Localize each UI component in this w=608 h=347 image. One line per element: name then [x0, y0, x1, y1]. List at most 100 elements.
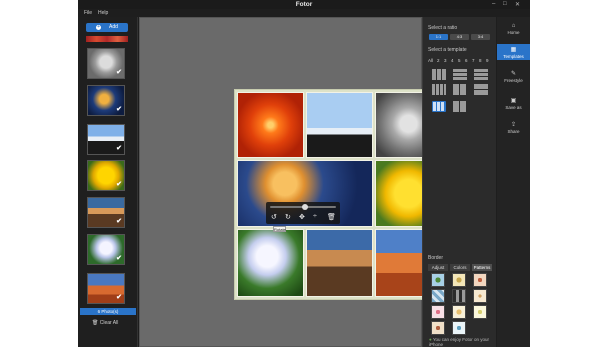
flip-icon[interactable]: ÷ — [313, 213, 317, 220]
trash-icon: 🗑 — [92, 320, 99, 326]
main-nav: ⌂ Home ▦ Templates ✎ Freestyle ▣ Save as… — [497, 17, 530, 347]
border-heading: Border — [428, 255, 444, 261]
template-option[interactable] — [453, 84, 467, 95]
check-icon: ✔ — [116, 218, 122, 225]
nav-freestyle-label: Freestyle — [504, 78, 523, 83]
move-icon[interactable]: ✥ — [299, 213, 305, 221]
options-panel: Select a ratio 1:1 4:3 3:4 Select a temp… — [422, 17, 496, 347]
border-pattern[interactable] — [473, 273, 487, 287]
menu-bar: File Help — [78, 9, 530, 17]
collage-cell-penguins[interactable] — [306, 92, 373, 158]
template-filter-6[interactable]: 6 — [465, 58, 468, 63]
photo-count: 6 Photo(s) — [80, 308, 136, 315]
zoom-slider-handle[interactable] — [302, 204, 308, 210]
template-option[interactable] — [453, 101, 467, 112]
thumbnail-koala[interactable]: ✔ — [87, 48, 125, 79]
freestyle-icon: ✎ — [510, 71, 517, 77]
thumbnail-tulips[interactable]: ✔ — [87, 160, 125, 191]
tab-colors[interactable]: Colors — [450, 264, 470, 271]
save-icon: ▣ — [510, 98, 517, 104]
collage-cell-chrysanthemum[interactable] — [237, 92, 304, 158]
photo-edit-toolbar: ↺ ↻ ✥ ÷ 🗑 — [266, 202, 340, 224]
app-title: Fotor — [295, 1, 313, 8]
plus-icon: + — [96, 24, 102, 30]
template-filter-5[interactable]: 5 — [458, 58, 461, 63]
share-icon: ⇪ — [510, 122, 517, 128]
check-icon: ✔ — [116, 181, 122, 188]
check-icon: ✔ — [116, 145, 122, 152]
border-pattern[interactable] — [473, 305, 487, 319]
template-filter-2[interactable]: 2 — [437, 58, 440, 63]
template-option[interactable] — [474, 69, 488, 80]
rotate-tooltip: Rotate — [273, 226, 286, 232]
collage-canvas: ↺ ↻ ✥ ÷ 🗑 Rotate — [139, 17, 445, 347]
template-option[interactable] — [432, 69, 446, 80]
collage-cell-hydrangeas[interactable] — [237, 229, 304, 297]
app-window: Fotor – □ ✕ File Help + Add ✔ ✔ ✔ ✔ ✔ ✔ ✔… — [78, 0, 530, 347]
title-bar: Fotor – □ ✕ — [78, 0, 530, 9]
tab-patterns[interactable]: Patterns — [472, 264, 492, 271]
rotate-left-icon[interactable]: ↺ — [271, 213, 277, 221]
nav-share-label: Share — [507, 129, 520, 134]
menu-file[interactable]: File — [84, 10, 92, 16]
border-pattern[interactable] — [431, 321, 445, 335]
thumbnail-desert[interactable]: ✔ — [87, 273, 125, 304]
template-filter-3[interactable]: 3 — [444, 58, 447, 63]
template-option[interactable] — [474, 84, 488, 95]
nav-home-label: Home — [507, 30, 520, 35]
nav-home[interactable]: ⌂ Home — [497, 23, 530, 37]
template-heading: Select a template — [428, 47, 467, 53]
photo-strip-preview[interactable] — [86, 36, 128, 42]
thumbnail-lighthouse[interactable]: ✔ — [87, 197, 125, 228]
border-pattern[interactable] — [452, 289, 466, 303]
clear-label: Clear All — [99, 320, 119, 326]
border-pattern[interactable] — [452, 321, 466, 335]
template-preview — [433, 102, 445, 111]
nav-templates-label: Templates — [503, 54, 524, 59]
template-filter-7[interactable]: 7 — [472, 58, 475, 63]
minimize-icon[interactable]: – — [492, 1, 495, 7]
nav-freestyle[interactable]: ✎ Freestyle — [497, 70, 530, 84]
collage — [234, 89, 445, 300]
nav-share[interactable]: ⇪ Share — [497, 121, 530, 135]
nav-templates[interactable]: ▦ Templates — [497, 44, 530, 60]
template-filter-9[interactable]: 9 — [486, 58, 489, 63]
thumbnail-jellyfish[interactable]: ✔ — [87, 85, 125, 116]
template-option-selected[interactable] — [432, 101, 446, 112]
tab-adjust[interactable]: Adjust — [428, 264, 448, 271]
check-icon: ✔ — [116, 69, 122, 76]
border-pattern[interactable] — [431, 273, 445, 287]
check-icon: ✔ — [116, 294, 122, 301]
template-filter-8[interactable]: 8 — [479, 58, 482, 63]
template-filter-all[interactable]: All — [428, 58, 433, 63]
check-icon: ✔ — [116, 106, 122, 113]
template-option[interactable] — [432, 84, 446, 95]
border-pattern[interactable] — [431, 305, 445, 319]
nav-save-as-label: Save as — [505, 105, 522, 110]
border-pattern[interactable] — [452, 305, 466, 319]
menu-help[interactable]: Help — [98, 10, 108, 16]
nav-save-as[interactable]: ▣ Save as — [497, 97, 530, 111]
iphone-promo[interactable]: ● You can enjoy Fotor on your iPhone — [429, 337, 496, 347]
ratio-4-3[interactable]: 4:3 — [450, 34, 469, 40]
add-photo-button[interactable]: + Add — [86, 23, 128, 32]
check-icon: ✔ — [116, 255, 122, 262]
templates-icon: ▦ — [510, 47, 517, 53]
border-pattern[interactable] — [452, 273, 466, 287]
border-pattern[interactable] — [431, 289, 445, 303]
collage-cell-lighthouse[interactable] — [306, 229, 373, 297]
delete-icon[interactable]: 🗑 — [327, 213, 336, 221]
maximize-icon[interactable]: □ — [503, 1, 507, 7]
home-icon: ⌂ — [511, 23, 516, 29]
clear-all-button[interactable]: 🗑 Clear All — [92, 320, 118, 326]
template-filter-4[interactable]: 4 — [451, 58, 454, 63]
ratio-1-1[interactable]: 1:1 — [429, 34, 448, 40]
thumbnail-penguins[interactable]: ✔ — [87, 124, 125, 155]
border-pattern[interactable] — [473, 289, 487, 303]
rotate-right-icon[interactable]: ↻ — [285, 213, 291, 221]
thumbnail-hydrangeas[interactable]: ✔ — [87, 234, 125, 265]
ratio-3-4[interactable]: 3:4 — [471, 34, 490, 40]
ratio-heading: Select a ratio — [428, 25, 458, 31]
close-icon[interactable]: ✕ — [515, 1, 520, 8]
template-option[interactable] — [453, 69, 467, 80]
